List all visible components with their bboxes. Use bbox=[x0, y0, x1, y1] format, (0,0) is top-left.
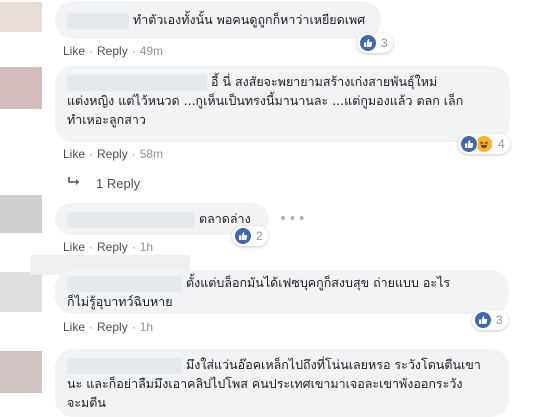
like-button[interactable]: Like bbox=[63, 320, 85, 334]
reply-arrow-icon bbox=[68, 176, 84, 191]
like-icon bbox=[460, 135, 478, 153]
avatar[interactable] bbox=[0, 67, 42, 109]
timestamp[interactable]: 58m bbox=[140, 147, 163, 161]
redacted-name bbox=[67, 211, 195, 228]
comment-actions: Like · Reply · 49m bbox=[63, 43, 163, 59]
separator: · bbox=[131, 320, 136, 334]
comment-text-line-1: อี้ นี่ สงสัยจะพยายามสร้างเก่งสายพันธุ์ใ… bbox=[210, 74, 438, 89]
like-icon bbox=[474, 311, 492, 329]
separator: · bbox=[131, 44, 136, 58]
avatar[interactable] bbox=[0, 2, 42, 32]
separator: · bbox=[89, 320, 94, 334]
separator: · bbox=[131, 240, 136, 254]
comment-text: ตลาดล่าง bbox=[198, 211, 251, 226]
like-button[interactable]: Like bbox=[63, 240, 85, 254]
reaction-count: 2 bbox=[256, 229, 263, 243]
like-button[interactable]: Like bbox=[63, 147, 85, 161]
reaction-summary[interactable]: 2 bbox=[232, 226, 268, 246]
redacted-name bbox=[67, 275, 182, 292]
timestamp[interactable]: 1h bbox=[140, 240, 153, 254]
reaction-count: 3 bbox=[381, 36, 388, 50]
comment-text-line-3: จะมตีน bbox=[67, 395, 106, 410]
comment-text-line-2: ก็ไม่รู้อุบาทว์ฉิบหาย bbox=[67, 294, 173, 309]
view-replies-link[interactable]: 1 Reply bbox=[68, 176, 140, 191]
reaction-summary[interactable]: 3 bbox=[472, 310, 508, 330]
comment-bubble: ทำตัวเองทั้งนั้น พอคนดูถูกก็หาว่าเหยียดเ… bbox=[55, 1, 381, 39]
comment-text: ทำตัวเองทั้งนั้น พอคนดูถูกก็หาว่าเหยียดเ… bbox=[132, 12, 366, 27]
reply-button[interactable]: Reply bbox=[97, 44, 128, 58]
separator: · bbox=[131, 147, 136, 161]
reaction-summary[interactable]: 3 bbox=[357, 33, 393, 53]
comment-bubble: อี้ นี่ สงสัยจะพยายามสร้างเก่งสายพันธุ์ใ… bbox=[55, 66, 510, 142]
replies-label: 1 Reply bbox=[96, 176, 141, 191]
redacted-name bbox=[67, 12, 129, 29]
separator: · bbox=[89, 147, 94, 161]
avatar[interactable] bbox=[0, 272, 42, 312]
reaction-count: 3 bbox=[496, 313, 503, 327]
separator: · bbox=[89, 44, 94, 58]
comment-actions: Like · Reply · 58m bbox=[63, 146, 163, 162]
redacted-name bbox=[67, 357, 182, 374]
more-options-icon[interactable]: ••• bbox=[279, 211, 307, 227]
reply-button[interactable]: Reply bbox=[97, 320, 128, 334]
avatar[interactable] bbox=[0, 195, 42, 233]
reaction-summary[interactable]: 4 bbox=[458, 134, 510, 154]
timestamp[interactable]: 49m bbox=[140, 44, 163, 58]
comment-text-line-3: ทำเหอะลูกสาว bbox=[67, 112, 146, 127]
separator: · bbox=[89, 240, 94, 254]
comment-actions: Like · Reply · 1h bbox=[63, 239, 153, 255]
like-icon bbox=[234, 227, 252, 245]
reply-button[interactable]: Reply bbox=[97, 240, 128, 254]
reply-button[interactable]: Reply bbox=[97, 147, 128, 161]
like-button[interactable]: Like bbox=[63, 44, 85, 58]
comment-text-line-1: มึงใส่แว่นอ๊อคเหล็กไปถึงที่โน่นเลยหรอ ระ… bbox=[185, 357, 481, 372]
comment-actions: Like · Reply · 1h bbox=[63, 319, 153, 335]
comment-bubble: มึงใส่แว่นอ๊อคเหล็กไปถึงที่โน่นเลยหรอ ระ… bbox=[55, 349, 509, 417]
timestamp[interactable]: 1h bbox=[140, 320, 153, 334]
comment-text-line-2: แต่งหญิง แต่ไว้หนวด ...กูเห็นเป็นทรงนี้ม… bbox=[67, 93, 464, 108]
redacted-name bbox=[67, 74, 207, 91]
comment-bubble: ตั้งแต่บล็อกมันได้เฟซบุคกูก็สงบสุข ถ่ายแ… bbox=[55, 270, 509, 314]
comment-text-line-1: ตั้งแต่บล็อกมันได้เฟซบุคกูก็สงบสุข ถ่ายแ… bbox=[185, 275, 451, 290]
avatar[interactable] bbox=[0, 351, 42, 393]
reaction-count: 4 bbox=[498, 137, 505, 151]
comment-text-line-2: นะ และก็อย่าลืมมึงเอาคลิปไปโพส คนประเทศเ… bbox=[67, 376, 463, 391]
like-icon bbox=[359, 34, 377, 52]
